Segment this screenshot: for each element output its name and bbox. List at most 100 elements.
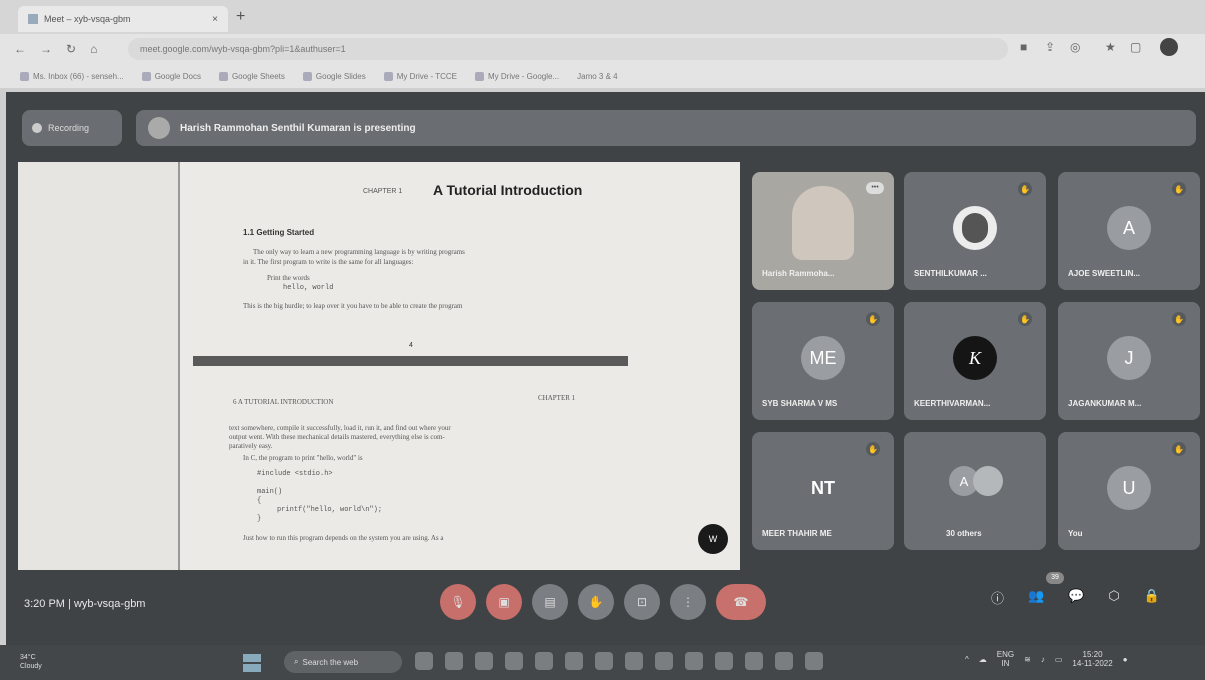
address-bar[interactable]: meet.google.com/wyb-vsqa-gbm?pli=1&authu…: [128, 38, 1008, 60]
back-icon[interactable]: ←: [14, 42, 26, 56]
search-label: Search the web: [302, 657, 359, 667]
camera-toggle-button[interactable]: ▣: [486, 584, 522, 620]
bookmark-label: Google Slides: [315, 71, 366, 81]
participant-video: [792, 186, 854, 260]
more-options-button[interactable]: ⋮: [670, 584, 706, 620]
taskbar-search[interactable]: ⌕ Search the web: [284, 651, 402, 673]
body-text: The only way to learn a new programming …: [253, 248, 465, 256]
more-options-icon[interactable]: •••: [866, 182, 884, 194]
clock[interactable]: 15:20 14-11-2022: [1072, 650, 1112, 668]
battery-icon[interactable]: ▭: [1055, 655, 1063, 664]
bookmark-item[interactable]: Google Sheets: [218, 71, 285, 81]
participant-tile[interactable]: ✋ A AJOE SWEETLIN...: [1058, 172, 1200, 290]
chat-app-icon[interactable]: [445, 652, 463, 670]
bookmark-item[interactable]: Google Docs: [141, 71, 201, 81]
chapter-title: A Tutorial Introduction: [433, 182, 583, 198]
participant-tile[interactable]: ✋ SENTHILKUMAR ...: [904, 172, 1046, 290]
body-text: text somewhere, compile it successfully,…: [229, 424, 451, 432]
bookmark-item[interactable]: Ms. Inbox (66) - senseh...: [20, 71, 124, 81]
windows-start-icon[interactable]: [243, 654, 261, 672]
leave-call-button[interactable]: ☎: [716, 584, 766, 620]
people-icon[interactable]: 👥: [1028, 588, 1044, 607]
store-icon[interactable]: [535, 652, 553, 670]
code-line: printf("hello, world\n");: [277, 506, 383, 514]
code-line: #include <stdio.h>: [257, 470, 333, 478]
new-tab-button[interactable]: +: [236, 8, 245, 26]
shared-screen[interactable]: CHAPTER 1 A Tutorial Introduction 1.1 Ge…: [18, 162, 740, 570]
photos-icon[interactable]: [715, 652, 733, 670]
app-icon[interactable]: [625, 652, 643, 670]
recording-label: Recording: [48, 123, 90, 133]
recording-indicator[interactable]: Recording: [22, 110, 122, 146]
share-icon[interactable]: ⇪: [1045, 40, 1055, 54]
notification-icon[interactable]: ●: [1123, 655, 1128, 664]
people-count-badge: 39: [1046, 572, 1064, 584]
cloud-icon[interactable]: ☁: [979, 655, 987, 664]
bookmark-item[interactable]: My Drive - Google...: [475, 71, 559, 81]
chat-icon[interactable]: 💬: [1068, 588, 1084, 607]
page-number: 4: [409, 342, 413, 349]
bookmark-label: Google Sheets: [231, 71, 285, 81]
present-button[interactable]: ⊡: [624, 584, 660, 620]
bookmark-star-icon[interactable]: ★: [1105, 40, 1116, 54]
host-controls-icon[interactable]: 🔒: [1144, 588, 1160, 607]
participant-tile[interactable]: ✋ J JAGANKUMAR M...: [1058, 302, 1200, 420]
bookmark-favicon-icon: [302, 71, 312, 81]
code-line: {: [257, 497, 262, 505]
hand-icon: ✋: [588, 595, 604, 609]
bookmark-favicon-icon: [141, 71, 151, 81]
app-icon[interactable]: [745, 652, 763, 670]
address-bar-url: meet.google.com/wyb-vsqa-gbm?pli=1&authu…: [140, 44, 346, 54]
profile-avatar[interactable]: [1160, 38, 1178, 56]
presenter-badge[interactable]: W: [698, 524, 728, 554]
pdf-viewer-sidebar: [18, 162, 180, 570]
tab-search-icon[interactable]: ▢: [1130, 40, 1141, 54]
more-vert-icon: ⋮: [682, 595, 694, 609]
app-icon[interactable]: [805, 652, 823, 670]
language-indicator[interactable]: ENG IN: [997, 650, 1014, 668]
mail-icon[interactable]: [655, 652, 673, 670]
body-text: Just how to run this program depends on …: [243, 534, 444, 542]
participant-avatar: J: [1107, 336, 1151, 380]
media-icon[interactable]: [565, 652, 583, 670]
captions-button[interactable]: ▤: [532, 584, 568, 620]
bookmark-item[interactable]: Google Slides: [302, 71, 366, 81]
chapter-label: CHAPTER 1: [363, 188, 403, 195]
region-code: IN: [1001, 659, 1010, 668]
app-icon[interactable]: [685, 652, 703, 670]
bookmark-label: Jamo 3 & 4: [577, 71, 618, 81]
raised-hand-icon: ✋: [1172, 442, 1186, 456]
participant-tile[interactable]: A 30 others: [904, 432, 1046, 550]
wifi-icon[interactable]: ≋: [1024, 655, 1031, 664]
volume-icon[interactable]: ♪: [1041, 655, 1045, 664]
browser-tab[interactable]: Meet – xyb-vsqa-gbm ×: [18, 6, 228, 32]
bookmark-item[interactable]: Jamo 3 & 4: [577, 72, 617, 81]
mic-toggle-button[interactable]: 🎙: [440, 584, 476, 620]
weather-widget[interactable]: 34°C Cloudy: [20, 653, 42, 671]
participant-tile[interactable]: ✋ K KEERTHIVARMAN...: [904, 302, 1046, 420]
participant-tile[interactable]: ✋ U You: [1058, 432, 1200, 550]
camera-permission-icon[interactable]: ■: [1020, 40, 1027, 54]
participant-tile[interactable]: ✋ ME SYB SHARMA V MS: [752, 302, 894, 420]
system-tray: ^ ☁ ENG IN ≋ ♪ ▭ 15:20 14-11-2022 ●: [965, 650, 1128, 668]
chrome-icon[interactable]: [505, 652, 523, 670]
participant-tile[interactable]: ••• Harish Rammoha...: [752, 172, 894, 290]
activities-icon[interactable]: ⬡: [1108, 588, 1119, 607]
reload-icon[interactable]: ↻: [66, 42, 76, 56]
task-view-icon[interactable]: [415, 652, 433, 670]
participant-tile[interactable]: ✋ NT MEER THAHIR ME: [752, 432, 894, 550]
home-icon[interactable]: ⌂: [90, 42, 97, 56]
lens-icon[interactable]: ◎: [1070, 40, 1080, 54]
app-icon[interactable]: [775, 652, 793, 670]
forward-icon[interactable]: →: [40, 42, 52, 56]
participant-name: SYB SHARMA V MS: [762, 399, 838, 408]
raise-hand-button[interactable]: ✋: [578, 584, 614, 620]
app-icon[interactable]: [595, 652, 613, 670]
chevron-up-icon[interactable]: ^: [965, 655, 969, 664]
clock-time: 15:20: [1082, 650, 1103, 659]
file-explorer-icon[interactable]: [475, 652, 493, 670]
tab-close-icon[interactable]: ×: [212, 14, 218, 25]
bookmark-item[interactable]: My Drive - TCCE: [383, 71, 457, 81]
info-icon[interactable]: ⓘ: [991, 588, 1004, 607]
camera-off-icon: ▣: [498, 595, 510, 609]
